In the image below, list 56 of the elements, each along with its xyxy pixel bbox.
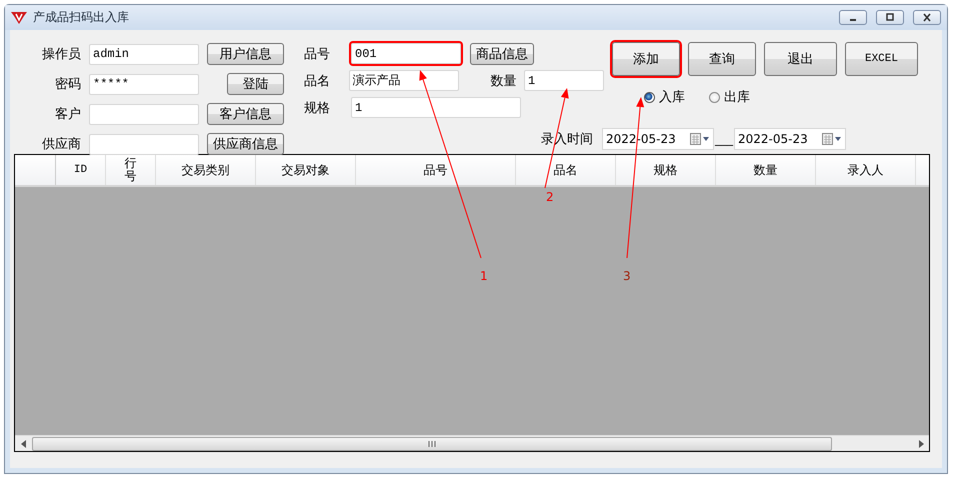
maximize-button[interactable]: [876, 10, 904, 25]
input-field[interactable]: *****: [89, 74, 199, 94]
column-header[interactable]: 规格: [616, 155, 716, 185]
date-picker[interactable]: 2022-05-23: [734, 128, 846, 150]
column-header[interactable]: 品名: [516, 155, 616, 185]
annotation-number: 3: [623, 269, 631, 283]
minimize-button[interactable]: [839, 10, 867, 25]
input-field[interactable]: 演示产品: [348, 70, 459, 91]
add-button[interactable]: 添加: [612, 42, 680, 76]
login-button[interactable]: 登陆: [227, 73, 284, 95]
radio-indicator[interactable]: [644, 92, 655, 102]
date-separator: ___: [715, 132, 733, 146]
column-header[interactable]: 录入人: [816, 155, 916, 185]
window-title: 产成品扫码出入库: [33, 9, 130, 26]
input-field[interactable]: 001: [351, 43, 461, 64]
input-field[interactable]: [89, 104, 199, 124]
input-field[interactable]: 1: [524, 70, 604, 91]
annotation-number: 2: [546, 190, 554, 204]
info-button[interactable]: 客户信息: [207, 103, 284, 125]
column-header[interactable]: 数量: [716, 155, 816, 185]
field-label: 数量: [490, 72, 518, 90]
query-button[interactable]: 查询: [688, 42, 756, 76]
input-field[interactable]: admin: [89, 44, 199, 64]
field-label: 规格: [304, 100, 331, 116]
calendar-icon[interactable]: [822, 132, 842, 144]
radio-button[interactable]: 入库: [644, 88, 685, 106]
scroll-right-icon[interactable]: [918, 440, 924, 448]
field-label: 密码: [54, 76, 81, 93]
column-header[interactable]: 交易类别: [156, 155, 256, 185]
annotation-number: 1: [480, 269, 488, 283]
radio-button[interactable]: 出库: [709, 88, 750, 106]
radio-indicator[interactable]: [709, 92, 720, 102]
column-header[interactable]: ID: [56, 155, 106, 185]
scroll-left-icon[interactable]: [20, 440, 26, 448]
column-header[interactable]: 交易对象: [256, 155, 356, 185]
excel-button[interactable]: EXCEL: [845, 42, 918, 76]
info-button[interactable]: 供应商信息: [207, 133, 284, 155]
field-label: 品号: [304, 46, 331, 62]
logo-icon: [11, 10, 27, 24]
close-icon: [922, 13, 932, 22]
exit-button[interactable]: 退出: [764, 42, 837, 76]
grip-icon: [428, 440, 436, 446]
column-header[interactable]: 行号: [106, 155, 156, 185]
input-field[interactable]: 1: [351, 97, 521, 118]
column-header[interactable]: 品号: [356, 155, 516, 185]
input-field[interactable]: [89, 134, 199, 154]
field-label: 品名: [304, 72, 331, 90]
field-label: 供应商: [41, 136, 81, 153]
maximize-icon: [885, 13, 895, 22]
close-button[interactable]: [913, 10, 941, 25]
calendar-icon[interactable]: [690, 132, 710, 144]
field-label: 客户: [54, 106, 81, 123]
info-button[interactable]: 商品信息: [470, 42, 534, 64]
field-label: 操作员: [41, 46, 81, 63]
horizontal-scrollbar[interactable]: [15, 435, 929, 451]
info-button[interactable]: 用户信息: [207, 43, 284, 65]
